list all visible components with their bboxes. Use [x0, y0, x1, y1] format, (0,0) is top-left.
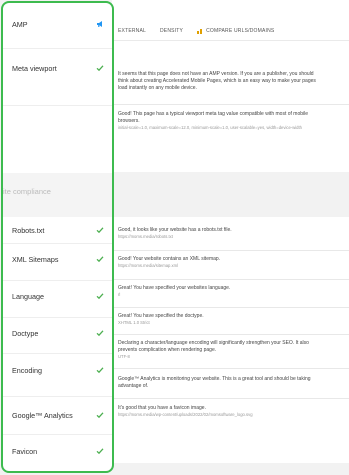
encoding-description: Declaring a character/language encoding …	[118, 340, 318, 360]
divider	[112, 279, 349, 280]
check-label: Google™ Analytics	[12, 410, 73, 420]
section-title: ite compliance	[3, 187, 51, 196]
language-text: Great! You have specified your websites …	[118, 285, 231, 291]
checks-panel: AMP Meta viewport ite compliance Robots.…	[1, 1, 114, 473]
robots-text: Good, it looks like your website has a r…	[118, 227, 232, 233]
section-header: ite compliance	[3, 173, 112, 217]
check-label: Encoding	[12, 365, 42, 375]
row-separator	[3, 434, 112, 435]
check-icon	[96, 293, 104, 300]
check-icon	[96, 412, 104, 419]
compare-icon	[197, 28, 203, 34]
row-separator	[3, 353, 112, 354]
viewport-text: Good! This page has a typical viewport m…	[118, 111, 309, 124]
divider	[112, 250, 349, 251]
language-description: Great! You have specified your websites …	[118, 285, 318, 298]
favicon-description: It's good that you have a favicon image.…	[118, 405, 343, 418]
row-separator	[3, 280, 112, 281]
check-label: XML Sitemaps	[12, 254, 59, 264]
encoding-text: Declaring a character/language encoding …	[118, 340, 309, 353]
check-row-favicon[interactable]: Favicon	[3, 437, 112, 465]
analytics-description: Google™ Analytics is monitoring your web…	[118, 376, 318, 390]
page: EXTERNAL DENSITY COMPARE URLS/DOMAINS It…	[0, 0, 349, 475]
doctype-text: Great! You have specified the doctype.	[118, 313, 204, 319]
row-separator	[3, 317, 112, 318]
amp-description: It seems that this page does not have an…	[118, 71, 318, 92]
check-row-encoding[interactable]: Encoding	[3, 356, 112, 384]
sitemap-description: Good! Your website contains an XML sitem…	[118, 256, 318, 269]
row-separator	[3, 105, 112, 106]
check-icon	[96, 330, 104, 337]
divider	[112, 307, 349, 308]
check-icon	[96, 65, 104, 72]
analytics-text: Google™ Analytics is monitoring your web…	[118, 376, 311, 389]
tab-density[interactable]: DENSITY	[160, 28, 183, 34]
check-row-robots[interactable]: Robots.txt	[3, 217, 112, 243]
divider	[112, 398, 349, 399]
divider	[112, 104, 349, 105]
megaphone-icon	[97, 21, 102, 27]
check-row-language[interactable]: Language	[3, 282, 112, 310]
robots-url[interactable]: https://moms.media/robots.txt	[118, 234, 318, 240]
robots-description: Good, it looks like your website has a r…	[118, 227, 318, 240]
amp-text: It seems that this page does not have an…	[118, 71, 316, 91]
doctype-description: Great! You have specified the doctype. X…	[118, 313, 318, 326]
check-row-doctype[interactable]: Doctype	[3, 319, 112, 347]
row-separator	[3, 48, 112, 49]
language-value: rl	[118, 292, 121, 297]
tab-divider	[112, 40, 349, 41]
check-row-meta-viewport[interactable]: Meta viewport	[3, 55, 112, 81]
divider	[112, 334, 349, 335]
check-icon	[96, 448, 104, 455]
check-label: Language	[12, 291, 44, 301]
row-separator	[3, 396, 112, 397]
viewport-value: initial-scale=1.0, maximum-scale=12.0, m…	[118, 125, 302, 130]
favicon-url[interactable]: https://moms.media/wp-content/uploads/20…	[118, 412, 343, 418]
encoding-value: UTF-8	[118, 354, 130, 359]
sitemap-url[interactable]: https://moms.media/sitemap.xml	[118, 263, 318, 269]
tab-compare[interactable]: COMPARE URLS/DOMAINS	[197, 28, 274, 34]
divider	[112, 368, 349, 369]
check-label: Favicon	[12, 446, 38, 456]
sitemap-text: Good! Your website contains an XML sitem…	[118, 256, 221, 262]
check-icon	[96, 256, 104, 263]
check-label: Doctype	[12, 328, 39, 338]
doctype-value: XHTML 1.0 Strict	[118, 320, 150, 325]
check-row-sitemaps[interactable]: XML Sitemaps	[3, 245, 112, 273]
tab-compare-label: COMPARE URLS/DOMAINS	[206, 28, 275, 34]
check-label: Meta viewport	[12, 63, 57, 73]
tab-bar: EXTERNAL DENSITY COMPARE URLS/DOMAINS	[118, 22, 288, 40]
viewport-description: Good! This page has a typical viewport m…	[118, 111, 318, 131]
check-label: Robots.txt	[12, 225, 45, 235]
tab-external[interactable]: EXTERNAL	[118, 28, 146, 34]
check-icon	[96, 367, 104, 374]
check-icon	[96, 227, 104, 234]
check-label: AMP	[12, 19, 28, 29]
favicon-text: It's good that you have a favicon image.	[118, 405, 206, 411]
row-separator	[3, 243, 112, 244]
check-row-amp[interactable]: AMP	[3, 11, 112, 37]
check-row-analytics[interactable]: Google™ Analytics	[3, 401, 112, 429]
